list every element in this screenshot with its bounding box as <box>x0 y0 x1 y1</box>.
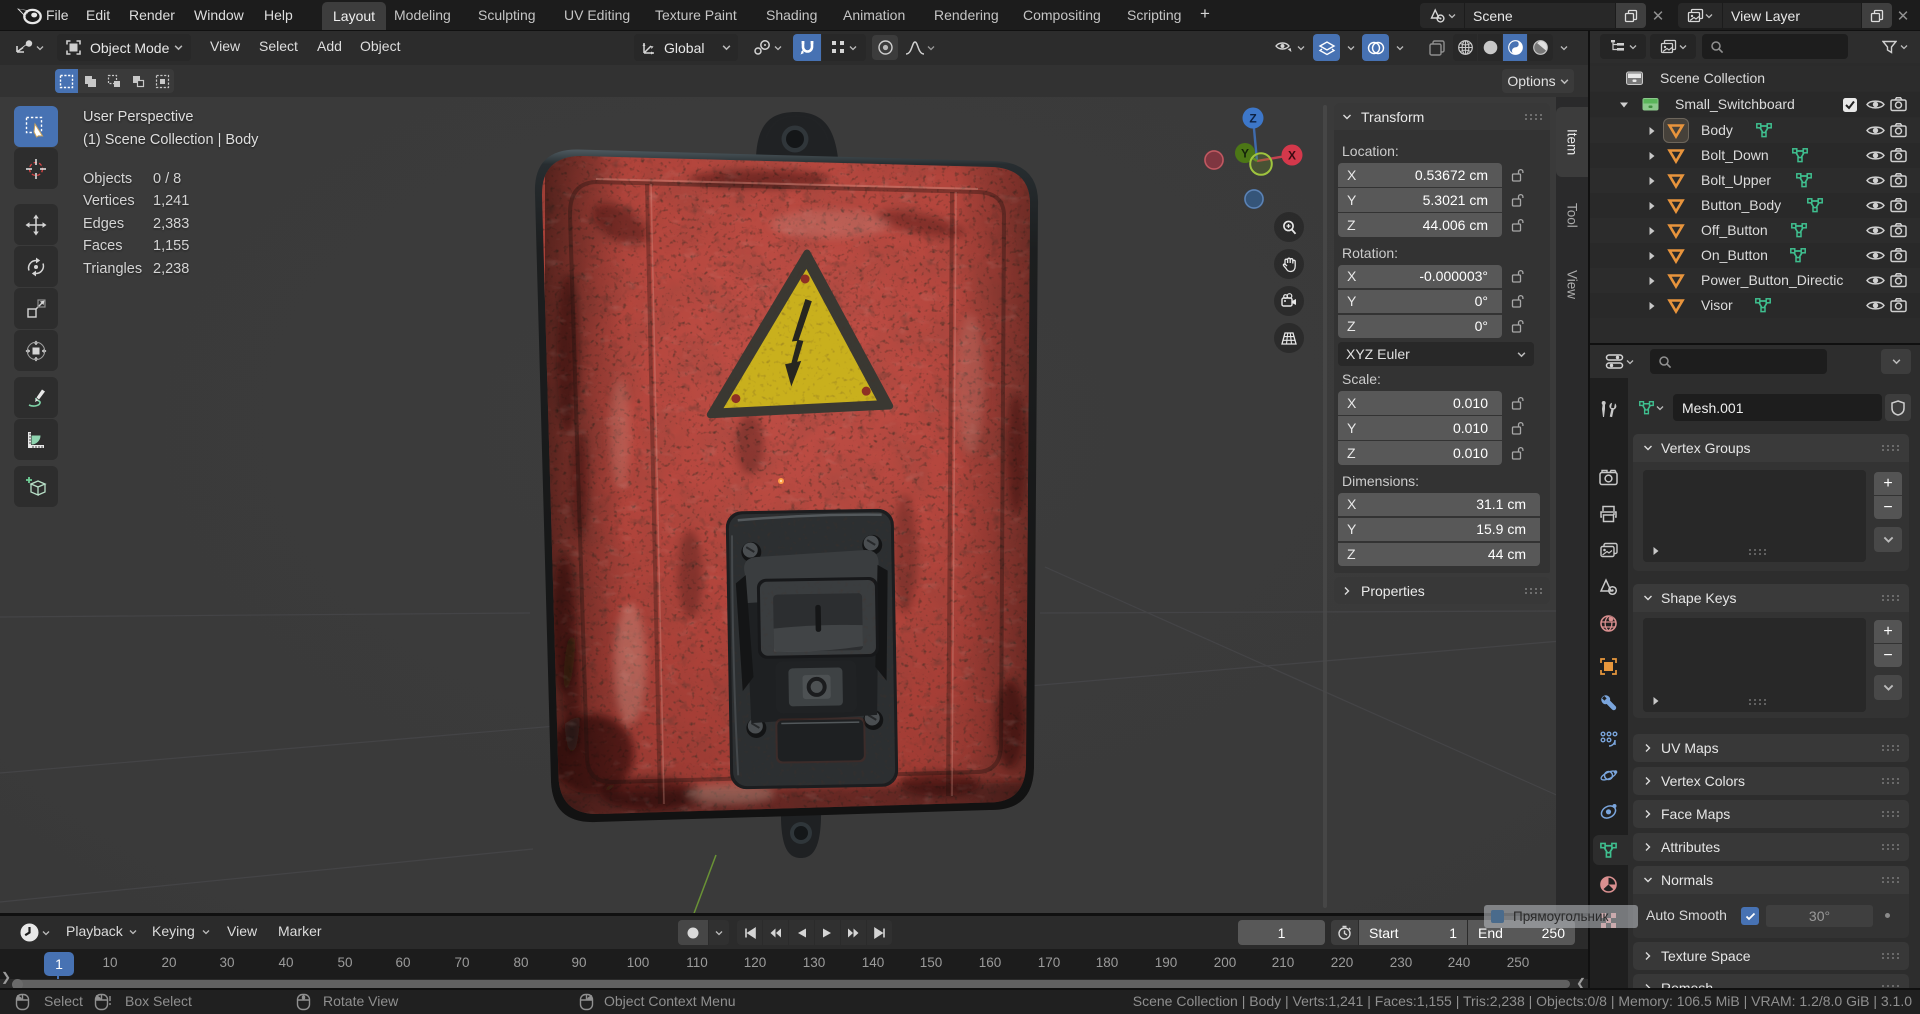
svg-text:Z: Z <box>1249 112 1256 126</box>
svg-text:Y: Y <box>1241 147 1249 161</box>
svg-text:X: X <box>1288 149 1296 163</box>
